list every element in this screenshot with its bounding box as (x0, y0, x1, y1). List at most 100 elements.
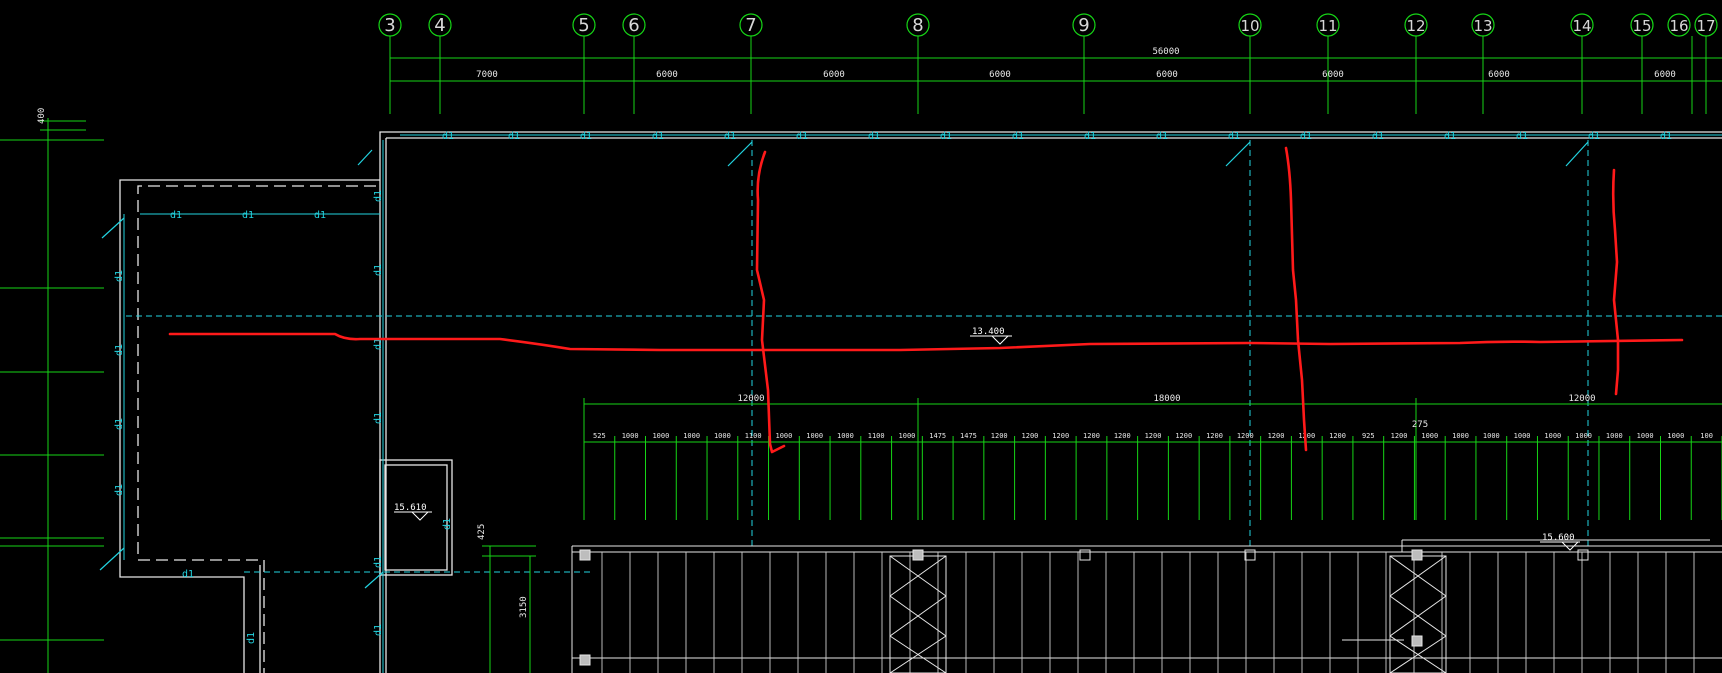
spacing-dim-label: 1200 (1268, 432, 1285, 440)
svg-text:6: 6 (628, 15, 639, 36)
axis-bubble-11: 11 (1316, 13, 1340, 37)
spacing-dim-label: 1000 (899, 432, 916, 440)
spacing-dim-label: 1200 (1052, 432, 1069, 440)
cad-drawing-canvas[interactable]: 3 4 5 6 7 8 9 10 11 12 13 14 15 16 17 56… (0, 0, 1722, 673)
spacing-dim-label: 925 (1362, 432, 1375, 440)
svg-text:15: 15 (1632, 17, 1651, 35)
spacing-dim-label: 1200 (1145, 432, 1162, 440)
spacing-dim-label: 1000 (1452, 432, 1469, 440)
svg-text:6000: 6000 (989, 70, 1011, 80)
axis-bubble-8: 8 (906, 13, 930, 37)
spacing-dim-label: 525 (593, 432, 606, 440)
pipe-tags-left-horizontal: d1 d1 d1 (170, 210, 326, 221)
spacing-dim-label: 1000 (1544, 432, 1561, 440)
axis-bubble-16: 16 (1667, 13, 1691, 37)
spacing-dim-label: 1200 (1022, 432, 1039, 440)
svg-text:d1: d1 (314, 210, 326, 221)
red-markup-annotations[interactable] (168, 146, 1684, 454)
svg-text:d1: d1 (373, 412, 384, 424)
svg-text:d1: d1 (442, 131, 454, 142)
svg-text:6000: 6000 (1322, 70, 1344, 80)
svg-text:5: 5 (578, 15, 589, 36)
middle-dimension-chain (583, 398, 1722, 520)
level-marker-room: 15.610 (394, 503, 432, 521)
svg-text:d1: d1 (580, 131, 592, 142)
spacing-dim-label: 1000 (1606, 432, 1623, 440)
svg-text:d1: d1 (114, 484, 125, 496)
cross-bracing (889, 555, 1447, 673)
dim-425: 425 (477, 524, 487, 540)
leader-arrows (99, 141, 1589, 589)
svg-text:13: 13 (1473, 17, 1492, 35)
axis-bubble-10: 10 (1238, 13, 1262, 37)
svg-text:3: 3 (384, 15, 395, 36)
svg-text:d1: d1 (373, 624, 384, 636)
level-marker-right: 15.600 (1540, 533, 1580, 551)
red-markup-vertical-1 (755, 150, 786, 454)
cyan-dashed-lines (126, 140, 1722, 573)
svg-text:d1: d1 (1300, 131, 1312, 142)
spacing-dim-label: 1475 (960, 432, 977, 440)
red-markup-horizontal (168, 332, 1684, 352)
svg-text:18000: 18000 (1153, 394, 1180, 404)
svg-text:6000: 6000 (656, 70, 678, 80)
svg-text:6000: 6000 (1488, 70, 1510, 80)
overall-dimension: 56000 (1152, 47, 1179, 57)
svg-text:d1: d1 (1012, 131, 1024, 142)
axis-bubble-9: 9 (1072, 13, 1096, 37)
spacing-dim-label: 1000 (652, 432, 669, 440)
svg-text:d1: d1 (1084, 131, 1096, 142)
left-dimension-lines (0, 118, 104, 673)
svg-text:12000: 12000 (737, 394, 764, 404)
axis-bubble-6: 6 (622, 13, 646, 37)
spacing-dim-label: 1100 (745, 432, 762, 440)
spacing-dim-label: 1000 (1637, 432, 1654, 440)
spacing-dim-label: 1100 (868, 432, 885, 440)
spacing-dim-label: 1000 (806, 432, 823, 440)
svg-text:d1: d1 (373, 264, 384, 276)
spacing-dim-label: 1000 (714, 432, 731, 440)
svg-text:d1: d1 (170, 210, 182, 221)
spacing-dim-label: 1200 (1206, 432, 1223, 440)
svg-text:14: 14 (1572, 17, 1591, 35)
spacing-dim-label: 1000 (1421, 432, 1438, 440)
axis-bubble-5: 5 (572, 13, 596, 37)
svg-text:d1: d1 (1588, 131, 1600, 142)
pipe-tag-bottom-left: d1 (182, 569, 194, 580)
svg-text:d1: d1 (796, 131, 808, 142)
axis-bubble-14: 14 (1570, 13, 1594, 37)
svg-text:4: 4 (434, 15, 445, 36)
axis-bubble-15: 15 (1630, 13, 1654, 37)
spacing-dim-label: 1200 (1391, 432, 1408, 440)
svg-text:6000: 6000 (1654, 70, 1676, 80)
svg-text:8: 8 (912, 15, 923, 36)
svg-text:9: 9 (1078, 15, 1089, 36)
svg-text:12000: 12000 (1568, 394, 1595, 404)
top-dimension-chain (389, 36, 1722, 114)
column-markers (579, 549, 1589, 666)
svg-text:d1: d1 (1372, 131, 1384, 142)
spacing-dim-label: 1200 (1237, 432, 1254, 440)
axis-bubble-4: 4 (428, 13, 452, 37)
spacing-dim-label: 1200 (991, 432, 1008, 440)
left-small-dimension: 400 (37, 108, 47, 124)
spacing-dim-label: 1200 (1083, 432, 1100, 440)
svg-text:d1: d1 (114, 344, 125, 356)
svg-text:d1: d1 (1228, 131, 1240, 142)
red-markup-vertical-2 (1284, 146, 1308, 452)
axis-bubble-13: 13 (1471, 13, 1495, 37)
svg-text:d1: d1 (508, 131, 520, 142)
level-marker-main: 13.400 (970, 327, 1012, 345)
axis-bubble-7: 7 (739, 13, 763, 37)
svg-text:d1: d1 (246, 632, 257, 644)
svg-text:d1: d1 (442, 518, 453, 530)
axis-bubble-17: 17 (1694, 13, 1718, 37)
building-walls (119, 131, 1722, 673)
svg-text:d1: d1 (1516, 131, 1528, 142)
spacing-dim-label: 1000 (1575, 432, 1592, 440)
svg-text:12: 12 (1406, 17, 1425, 35)
svg-text:d1: d1 (868, 131, 880, 142)
dim-3150: 3150 (519, 596, 529, 618)
spacing-dim-label: 1000 (837, 432, 854, 440)
svg-text:d1: d1 (114, 418, 125, 430)
